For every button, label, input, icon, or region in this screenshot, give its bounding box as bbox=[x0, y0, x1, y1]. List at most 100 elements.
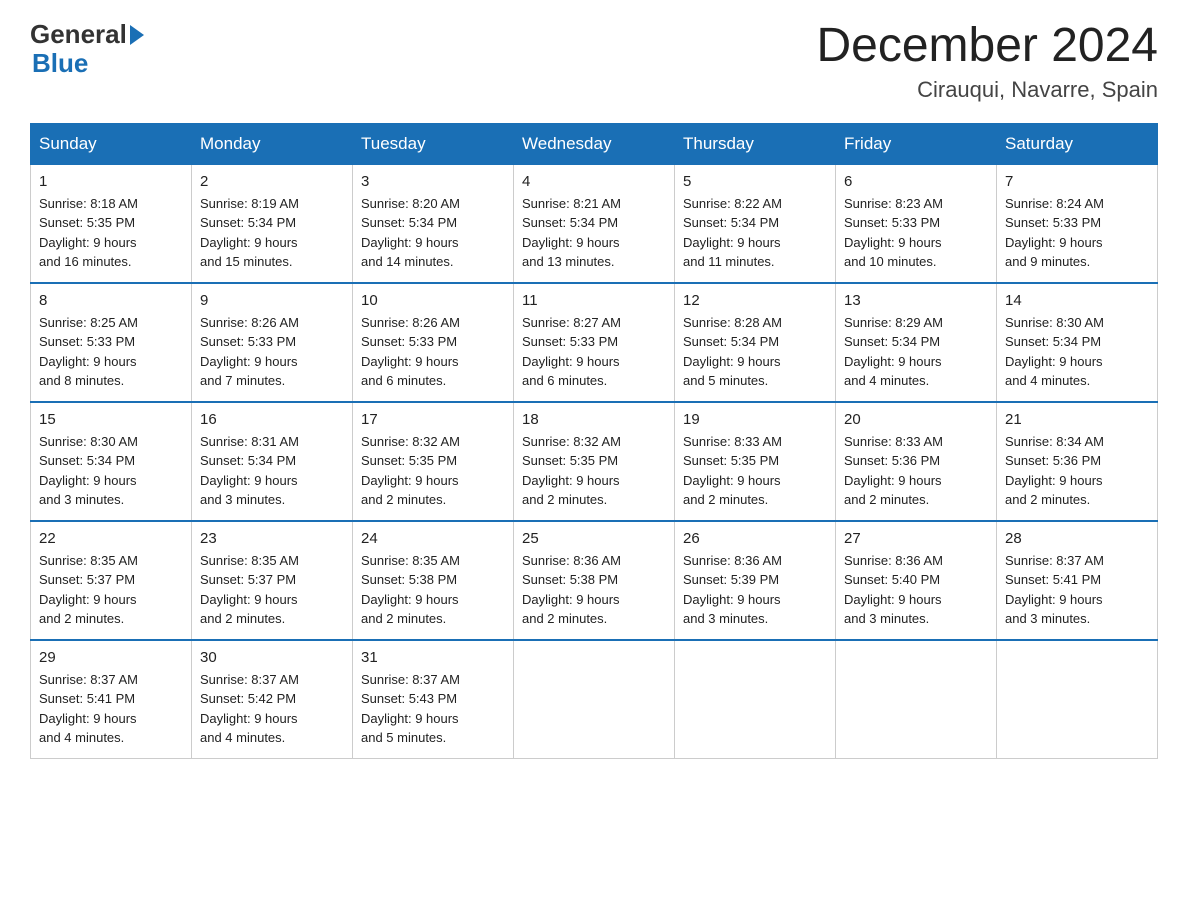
calendar-cell: 22 Sunrise: 8:35 AM Sunset: 5:37 PM Dayl… bbox=[31, 521, 192, 640]
day-number: 13 bbox=[844, 292, 988, 309]
day-number: 15 bbox=[39, 411, 183, 428]
header-saturday: Saturday bbox=[997, 123, 1158, 164]
logo-blue-text: Blue bbox=[32, 49, 144, 78]
day-info: Sunrise: 8:36 AM Sunset: 5:38 PM Dayligh… bbox=[522, 551, 666, 629]
calendar-cell: 11 Sunrise: 8:27 AM Sunset: 5:33 PM Dayl… bbox=[514, 283, 675, 402]
day-info: Sunrise: 8:26 AM Sunset: 5:33 PM Dayligh… bbox=[200, 313, 344, 391]
day-info: Sunrise: 8:35 AM Sunset: 5:37 PM Dayligh… bbox=[200, 551, 344, 629]
day-info: Sunrise: 8:36 AM Sunset: 5:39 PM Dayligh… bbox=[683, 551, 827, 629]
day-number: 30 bbox=[200, 649, 344, 666]
header-tuesday: Tuesday bbox=[353, 123, 514, 164]
logo-general-text: General bbox=[30, 20, 127, 49]
calendar-cell: 1 Sunrise: 8:18 AM Sunset: 5:35 PM Dayli… bbox=[31, 164, 192, 283]
day-number: 2 bbox=[200, 173, 344, 190]
calendar-cell: 25 Sunrise: 8:36 AM Sunset: 5:38 PM Dayl… bbox=[514, 521, 675, 640]
day-number: 18 bbox=[522, 411, 666, 428]
day-number: 28 bbox=[1005, 530, 1149, 547]
week-row-1: 1 Sunrise: 8:18 AM Sunset: 5:35 PM Dayli… bbox=[31, 164, 1158, 283]
day-info: Sunrise: 8:26 AM Sunset: 5:33 PM Dayligh… bbox=[361, 313, 505, 391]
day-info: Sunrise: 8:24 AM Sunset: 5:33 PM Dayligh… bbox=[1005, 194, 1149, 272]
calendar-cell: 14 Sunrise: 8:30 AM Sunset: 5:34 PM Dayl… bbox=[997, 283, 1158, 402]
calendar-cell: 16 Sunrise: 8:31 AM Sunset: 5:34 PM Dayl… bbox=[192, 402, 353, 521]
day-info: Sunrise: 8:33 AM Sunset: 5:35 PM Dayligh… bbox=[683, 432, 827, 510]
calendar-title: December 2024 bbox=[816, 20, 1158, 73]
day-info: Sunrise: 8:29 AM Sunset: 5:34 PM Dayligh… bbox=[844, 313, 988, 391]
calendar-header-row: SundayMondayTuesdayWednesdayThursdayFrid… bbox=[31, 123, 1158, 164]
calendar-cell: 2 Sunrise: 8:19 AM Sunset: 5:34 PM Dayli… bbox=[192, 164, 353, 283]
day-number: 23 bbox=[200, 530, 344, 547]
calendar-table: SundayMondayTuesdayWednesdayThursdayFrid… bbox=[30, 123, 1158, 759]
calendar-cell: 17 Sunrise: 8:32 AM Sunset: 5:35 PM Dayl… bbox=[353, 402, 514, 521]
day-number: 9 bbox=[200, 292, 344, 309]
day-number: 24 bbox=[361, 530, 505, 547]
day-number: 7 bbox=[1005, 173, 1149, 190]
day-info: Sunrise: 8:28 AM Sunset: 5:34 PM Dayligh… bbox=[683, 313, 827, 391]
day-number: 20 bbox=[844, 411, 988, 428]
title-block: December 2024 Cirauqui, Navarre, Spain bbox=[816, 20, 1158, 103]
day-info: Sunrise: 8:30 AM Sunset: 5:34 PM Dayligh… bbox=[1005, 313, 1149, 391]
calendar-cell: 28 Sunrise: 8:37 AM Sunset: 5:41 PM Dayl… bbox=[997, 521, 1158, 640]
day-info: Sunrise: 8:32 AM Sunset: 5:35 PM Dayligh… bbox=[361, 432, 505, 510]
day-number: 16 bbox=[200, 411, 344, 428]
calendar-cell bbox=[997, 640, 1158, 759]
logo: General Blue bbox=[30, 20, 144, 77]
calendar-subtitle: Cirauqui, Navarre, Spain bbox=[816, 77, 1158, 103]
calendar-cell bbox=[514, 640, 675, 759]
day-info: Sunrise: 8:21 AM Sunset: 5:34 PM Dayligh… bbox=[522, 194, 666, 272]
header-friday: Friday bbox=[836, 123, 997, 164]
calendar-cell: 21 Sunrise: 8:34 AM Sunset: 5:36 PM Dayl… bbox=[997, 402, 1158, 521]
day-number: 3 bbox=[361, 173, 505, 190]
calendar-cell: 26 Sunrise: 8:36 AM Sunset: 5:39 PM Dayl… bbox=[675, 521, 836, 640]
day-info: Sunrise: 8:25 AM Sunset: 5:33 PM Dayligh… bbox=[39, 313, 183, 391]
week-row-5: 29 Sunrise: 8:37 AM Sunset: 5:41 PM Dayl… bbox=[31, 640, 1158, 759]
day-number: 27 bbox=[844, 530, 988, 547]
day-info: Sunrise: 8:30 AM Sunset: 5:34 PM Dayligh… bbox=[39, 432, 183, 510]
calendar-cell: 13 Sunrise: 8:29 AM Sunset: 5:34 PM Dayl… bbox=[836, 283, 997, 402]
calendar-cell bbox=[836, 640, 997, 759]
day-info: Sunrise: 8:37 AM Sunset: 5:41 PM Dayligh… bbox=[39, 670, 183, 748]
calendar-cell: 8 Sunrise: 8:25 AM Sunset: 5:33 PM Dayli… bbox=[31, 283, 192, 402]
week-row-3: 15 Sunrise: 8:30 AM Sunset: 5:34 PM Dayl… bbox=[31, 402, 1158, 521]
day-number: 6 bbox=[844, 173, 988, 190]
calendar-cell: 10 Sunrise: 8:26 AM Sunset: 5:33 PM Dayl… bbox=[353, 283, 514, 402]
calendar-cell: 6 Sunrise: 8:23 AM Sunset: 5:33 PM Dayli… bbox=[836, 164, 997, 283]
calendar-cell: 15 Sunrise: 8:30 AM Sunset: 5:34 PM Dayl… bbox=[31, 402, 192, 521]
day-info: Sunrise: 8:19 AM Sunset: 5:34 PM Dayligh… bbox=[200, 194, 344, 272]
calendar-cell: 27 Sunrise: 8:36 AM Sunset: 5:40 PM Dayl… bbox=[836, 521, 997, 640]
calendar-cell: 5 Sunrise: 8:22 AM Sunset: 5:34 PM Dayli… bbox=[675, 164, 836, 283]
week-row-4: 22 Sunrise: 8:35 AM Sunset: 5:37 PM Dayl… bbox=[31, 521, 1158, 640]
day-info: Sunrise: 8:31 AM Sunset: 5:34 PM Dayligh… bbox=[200, 432, 344, 510]
calendar-cell: 29 Sunrise: 8:37 AM Sunset: 5:41 PM Dayl… bbox=[31, 640, 192, 759]
day-number: 19 bbox=[683, 411, 827, 428]
day-number: 1 bbox=[39, 173, 183, 190]
day-number: 22 bbox=[39, 530, 183, 547]
calendar-cell: 9 Sunrise: 8:26 AM Sunset: 5:33 PM Dayli… bbox=[192, 283, 353, 402]
day-info: Sunrise: 8:37 AM Sunset: 5:41 PM Dayligh… bbox=[1005, 551, 1149, 629]
calendar-cell: 20 Sunrise: 8:33 AM Sunset: 5:36 PM Dayl… bbox=[836, 402, 997, 521]
day-number: 10 bbox=[361, 292, 505, 309]
day-info: Sunrise: 8:33 AM Sunset: 5:36 PM Dayligh… bbox=[844, 432, 988, 510]
calendar-cell: 30 Sunrise: 8:37 AM Sunset: 5:42 PM Dayl… bbox=[192, 640, 353, 759]
day-info: Sunrise: 8:37 AM Sunset: 5:42 PM Dayligh… bbox=[200, 670, 344, 748]
calendar-cell: 7 Sunrise: 8:24 AM Sunset: 5:33 PM Dayli… bbox=[997, 164, 1158, 283]
day-number: 5 bbox=[683, 173, 827, 190]
day-number: 26 bbox=[683, 530, 827, 547]
day-info: Sunrise: 8:36 AM Sunset: 5:40 PM Dayligh… bbox=[844, 551, 988, 629]
calendar-cell: 19 Sunrise: 8:33 AM Sunset: 5:35 PM Dayl… bbox=[675, 402, 836, 521]
calendar-cell: 18 Sunrise: 8:32 AM Sunset: 5:35 PM Dayl… bbox=[514, 402, 675, 521]
logo-triangle-icon bbox=[130, 25, 144, 45]
day-info: Sunrise: 8:23 AM Sunset: 5:33 PM Dayligh… bbox=[844, 194, 988, 272]
calendar-cell bbox=[675, 640, 836, 759]
calendar-cell: 23 Sunrise: 8:35 AM Sunset: 5:37 PM Dayl… bbox=[192, 521, 353, 640]
day-number: 25 bbox=[522, 530, 666, 547]
day-number: 31 bbox=[361, 649, 505, 666]
day-info: Sunrise: 8:27 AM Sunset: 5:33 PM Dayligh… bbox=[522, 313, 666, 391]
day-info: Sunrise: 8:32 AM Sunset: 5:35 PM Dayligh… bbox=[522, 432, 666, 510]
calendar-cell: 31 Sunrise: 8:37 AM Sunset: 5:43 PM Dayl… bbox=[353, 640, 514, 759]
day-number: 14 bbox=[1005, 292, 1149, 309]
day-info: Sunrise: 8:37 AM Sunset: 5:43 PM Dayligh… bbox=[361, 670, 505, 748]
day-info: Sunrise: 8:34 AM Sunset: 5:36 PM Dayligh… bbox=[1005, 432, 1149, 510]
page-header: General Blue December 2024 Cirauqui, Nav… bbox=[30, 20, 1158, 103]
calendar-cell: 24 Sunrise: 8:35 AM Sunset: 5:38 PM Dayl… bbox=[353, 521, 514, 640]
day-info: Sunrise: 8:18 AM Sunset: 5:35 PM Dayligh… bbox=[39, 194, 183, 272]
